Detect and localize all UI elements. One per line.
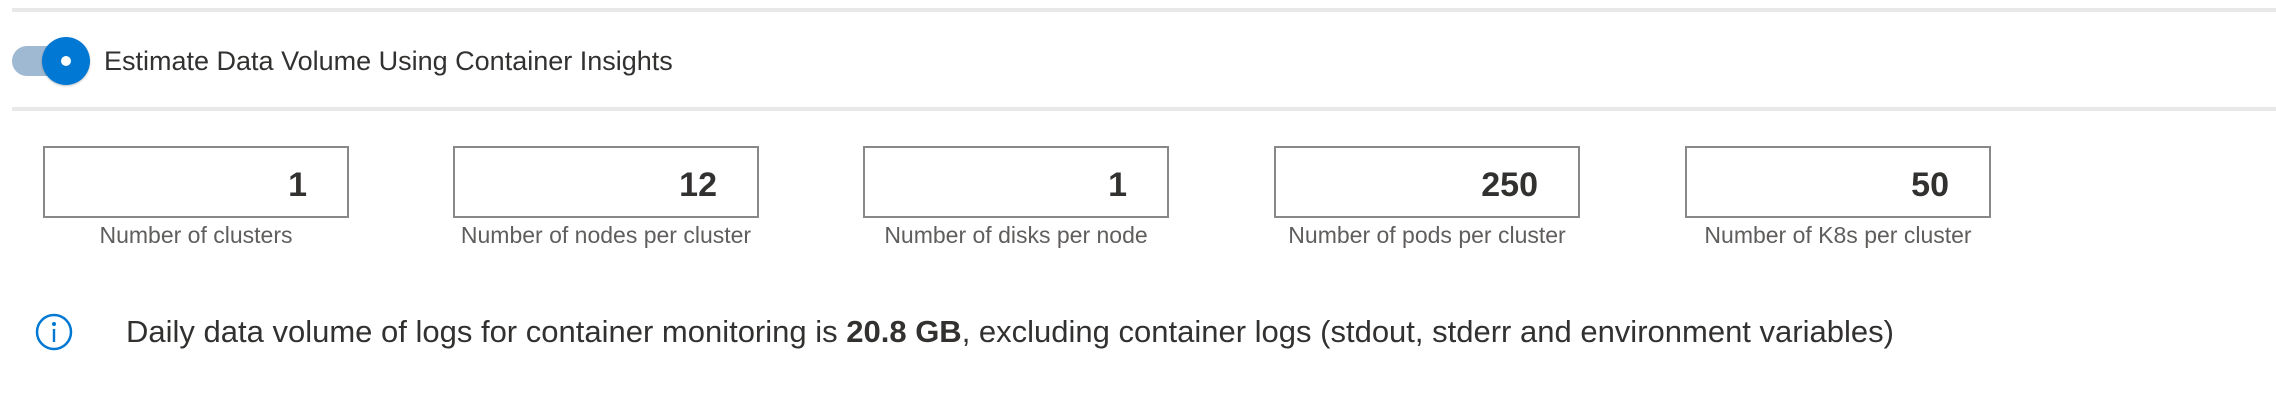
k8s-per-cluster-label: Number of K8s per cluster [1704,222,1972,248]
pods-per-cluster-input[interactable] [1274,146,1580,218]
info-icon [35,313,73,351]
clusters-field: Number of clusters [43,146,349,248]
disks-per-node-input[interactable] [863,146,1169,218]
data-volume-message: Daily data volume of logs for container … [126,314,1894,350]
k8s-per-cluster-field: Number of K8s per cluster [1685,146,1991,248]
estimate-panel: Estimate Data Volume Using Container Ins… [0,0,2276,402]
clusters-label: Number of clusters [99,222,293,248]
message-suffix: , excluding container logs (stdout, stde… [961,314,1894,349]
container-insights-toggle[interactable] [12,36,90,86]
clusters-input[interactable] [43,146,349,218]
top-divider [12,8,2276,12]
daily-volume-value: 20.8 GB [846,314,962,349]
message-prefix: Daily data volume of logs for container … [126,314,847,349]
pods-per-cluster-field: Number of pods per cluster [1274,146,1580,248]
disks-per-node-label: Number of disks per node [884,222,1148,248]
nodes-per-cluster-field: Number of nodes per cluster [453,146,759,248]
container-insights-toggle-row: Estimate Data Volume Using Container Ins… [12,36,673,86]
toggle-label: Estimate Data Volume Using Container Ins… [104,45,673,76]
disks-per-node-field: Number of disks per node [863,146,1169,248]
pods-per-cluster-label: Number of pods per cluster [1288,222,1566,248]
nodes-per-cluster-input[interactable] [453,146,759,218]
k8s-per-cluster-input[interactable] [1685,146,1991,218]
section-divider [12,107,2276,111]
toggle-thumb [42,37,90,85]
nodes-per-cluster-label: Number of nodes per cluster [460,222,752,248]
data-volume-info: Daily data volume of logs for container … [34,312,1894,352]
